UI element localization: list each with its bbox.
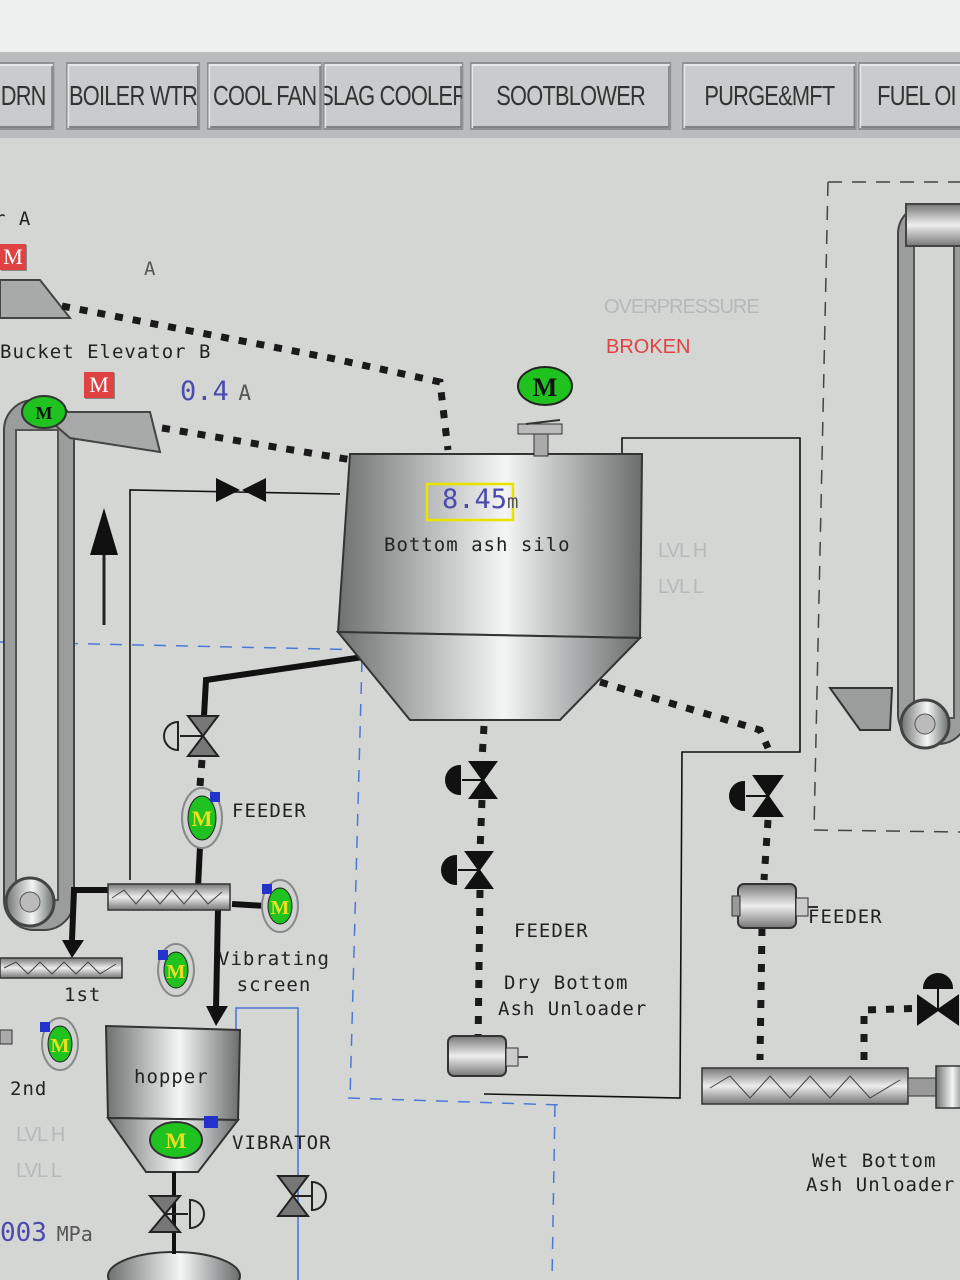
vibrating-screen-label: Vibrating screen xyxy=(218,948,330,996)
pressure-value: 003 xyxy=(0,1218,47,1248)
flow-line-silo-dry xyxy=(478,725,488,761)
first-conveyor-label: 1st xyxy=(64,984,102,1006)
dry-feeder-label: FEEDER xyxy=(514,920,589,942)
svg-text:M: M xyxy=(167,961,186,983)
elevator-a-current-label: A xyxy=(144,258,157,280)
silo-name-label: Bottom ash silo xyxy=(384,534,571,556)
motor-elevator-b-icon: M xyxy=(21,395,67,429)
motor-screen-icon: M xyxy=(261,879,299,933)
motor-left-feeder-icon: M xyxy=(181,787,223,849)
valve-dry-lower xyxy=(441,851,494,889)
svg-text:M: M xyxy=(51,1035,70,1057)
flow-line-left-feeder xyxy=(196,759,206,787)
hopper-level-low-indicator: LVL L xyxy=(16,1160,62,1182)
up-arrow-icon xyxy=(90,508,118,625)
motor-alarm-elevator-b-icon[interactable]: M xyxy=(84,372,114,398)
svg-text:M: M xyxy=(192,806,213,831)
svg-text:M: M xyxy=(533,373,558,402)
motor-second-icon: M xyxy=(0,1017,79,1071)
valve-left-feeder xyxy=(163,715,220,757)
valve-blue-line xyxy=(276,1175,327,1217)
wet-unloader-label-line2: Ash Unloader xyxy=(806,1174,956,1196)
pipe-to-screen xyxy=(69,887,108,941)
elevator-b-current-unit: A xyxy=(238,381,252,405)
pressure-readout[interactable]: 003 MPa xyxy=(0,1218,93,1248)
wet-feeder-label: FEEDER xyxy=(808,906,883,928)
screw-conveyor-wet xyxy=(701,1065,960,1109)
valve-wet-upper xyxy=(729,775,784,817)
motor-silo-icon: M xyxy=(517,366,573,406)
elevator-b-current: 0.4 A xyxy=(180,376,251,407)
valve-dry-upper xyxy=(445,761,498,799)
motor-first-icon: M xyxy=(157,943,195,997)
flow-line-wet-mid xyxy=(760,819,772,881)
pressure-unit: MPa xyxy=(56,1222,93,1246)
svg-text:M: M xyxy=(166,1128,187,1153)
silo-level-low-indicator: LVL L xyxy=(658,576,704,598)
pipe-silo-left xyxy=(201,653,371,717)
flow-line-dry-down xyxy=(474,889,484,1049)
silo-level-value: 8.45 xyxy=(442,484,508,515)
pipe-feeder-down xyxy=(195,845,203,889)
bottom-ash-silo xyxy=(335,419,644,721)
pipe-screen-motor xyxy=(231,901,267,909)
wet-unloader-feeder-drum xyxy=(731,883,818,929)
bucket-elevator-b-label: Bucket Elevator B xyxy=(0,341,212,363)
bucket-elevator-b-frame xyxy=(0,279,162,931)
svg-text:M: M xyxy=(36,403,53,423)
elevator-a-label: r A xyxy=(0,208,32,230)
valve-hopper-outlet xyxy=(147,1195,205,1233)
wet-conveyor-frame xyxy=(828,203,960,750)
down-arrow-icon xyxy=(206,1006,228,1026)
process-diagram: M M M M M M M xyxy=(0,181,960,1280)
hopper-level-high-indicator: LVL H xyxy=(16,1124,65,1146)
silo-level-high-indicator: LVL H xyxy=(658,540,707,562)
dry-unloader-label-line1: Dry Bottom xyxy=(504,972,629,994)
dry-unloader-feeder-drum xyxy=(447,1035,528,1077)
screw-conveyor-top xyxy=(107,883,231,911)
silo-broken-status: BROKEN xyxy=(606,336,691,358)
hopper-label: hopper xyxy=(134,1066,209,1088)
flow-line-elevator-b xyxy=(161,424,353,464)
dry-unloader-label-line2: Ash Unloader xyxy=(498,998,648,1020)
silo-level-readout[interactable]: 8.45m xyxy=(442,484,518,515)
left-feeder-label: FEEDER xyxy=(232,800,307,822)
elevator-b-current-value: 0.4 xyxy=(180,376,229,407)
flow-line-dry-mid xyxy=(476,799,486,853)
screw-conveyor-first xyxy=(0,957,123,979)
silo-overpressure-status: OVERPRESSURE xyxy=(604,296,760,318)
motor-alarm-elevator-a-icon[interactable]: M xyxy=(0,244,26,270)
second-conveyor-label: 2nd xyxy=(10,1078,48,1100)
valve-wet-right xyxy=(917,973,959,1026)
down-arrow-icon xyxy=(62,940,84,958)
silo-level-unit: m xyxy=(507,491,519,513)
flow-line-silo-wet xyxy=(598,678,772,750)
wet-unloader-label-line1: Wet Bottom xyxy=(812,1150,937,1172)
valve-bypass xyxy=(216,478,266,502)
vibrator-label: VIBRATOR xyxy=(232,1132,332,1154)
flow-line-wet-down xyxy=(756,927,766,1061)
svg-text:M: M xyxy=(271,897,290,919)
